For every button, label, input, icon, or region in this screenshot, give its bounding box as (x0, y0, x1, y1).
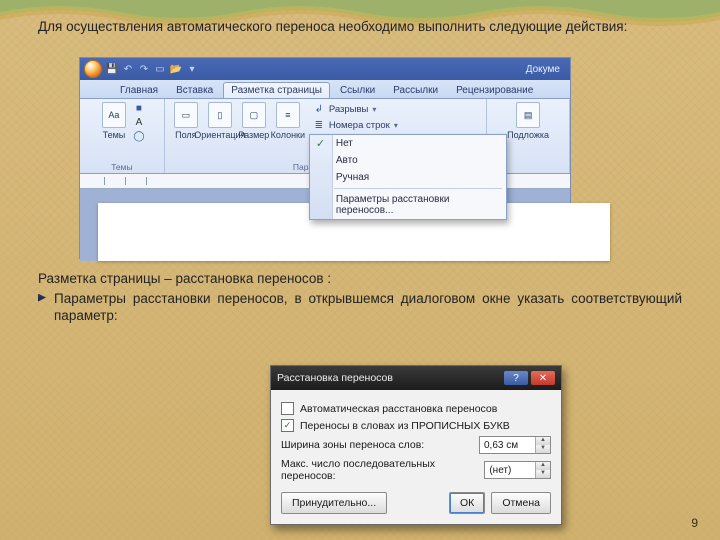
word-titlebar: 💾 ↶ ↷ ▭ 📂 ▾ Докуме (80, 58, 570, 80)
ribbon-group-themes: Aa Темы ■ A ◯ Темы (80, 99, 165, 173)
qat-open-icon[interactable]: 📂 (170, 63, 182, 75)
dd-item-manual[interactable]: Ручная (310, 169, 506, 186)
mid-bullet-text: Параметры расстановки переносов, в откры… (54, 291, 682, 324)
chk-caps[interactable]: ✓ Переносы в словах из ПРОПИСНЫХ БУКВ (281, 419, 510, 432)
window-title: Докуме (526, 64, 566, 75)
page-number: 9 (691, 516, 698, 530)
checkbox-icon: ✓ (281, 419, 294, 432)
themes-button[interactable]: Aa Темы (99, 102, 129, 140)
zone-width-value: 0,63 см (480, 440, 535, 451)
watermark-icon: ▤ (516, 102, 540, 128)
dd-item-options-label: Параметры расстановки переносов... (336, 194, 500, 216)
max-consec-value: (нет) (485, 465, 535, 476)
breaks-button[interactable]: ↲ Разрывы ▾ (309, 102, 448, 116)
line-numbers-button[interactable]: ≣ Номера строк ▾ (309, 118, 448, 132)
dialog-title: Расстановка переносов (277, 372, 393, 384)
themes-group-label: Темы (111, 161, 132, 172)
caret-icon: ▾ (394, 121, 398, 130)
breaks-label: Разрывы (329, 104, 369, 115)
cancel-button-label: Отмена (502, 497, 540, 509)
mid-text: Разметка страницы – расстановка переносо… (38, 270, 682, 325)
dd-item-auto[interactable]: Авто (310, 152, 506, 169)
spinner-down-icon[interactable]: ▼ (536, 470, 550, 478)
tab-mailings[interactable]: Рассылки (385, 82, 446, 98)
dd-item-options[interactable]: Параметры расстановки переносов... (310, 191, 506, 219)
ribbon-group-page-setup: ▭ Поля ▯ Ориентация ▢ Размер ≡ Колонки (165, 99, 487, 173)
intro-text-content: Для осуществления автоматического перено… (38, 19, 627, 34)
size-label: Размер (238, 130, 269, 140)
spinner-down-icon[interactable]: ▼ (536, 445, 550, 453)
office-button-icon[interactable] (84, 60, 102, 78)
orientation-button[interactable]: ▯ Ориентация (205, 102, 235, 140)
size-icon: ▢ (242, 102, 266, 128)
breaks-icon: ↲ (313, 103, 325, 115)
force-button[interactable]: Принудительно... (281, 492, 387, 514)
mid-line1: Разметка страницы – расстановка переносо… (38, 271, 331, 286)
size-button[interactable]: ▢ Размер (239, 102, 269, 140)
zone-width-label: Ширина зоны переноса слов: (281, 439, 424, 451)
dialog-close-button[interactable]: ✕ (531, 371, 555, 385)
columns-icon: ≡ (276, 102, 300, 128)
qat-save-icon[interactable]: 💾 (106, 63, 118, 75)
word-screenshot: 💾 ↶ ↷ ▭ 📂 ▾ Докуме Главная Вставка Разме… (80, 58, 570, 258)
dialog-body: Автоматическая расстановка переносов ✓ П… (271, 390, 561, 524)
qat-caret-icon[interactable]: ▾ (186, 63, 198, 75)
ribbon-body: Aa Темы ■ A ◯ Темы ▭ Поля ▯ Ор (80, 99, 570, 174)
columns-button[interactable]: ≡ Колонки (273, 102, 303, 140)
ok-button-label: ОК (460, 497, 474, 509)
tab-insert[interactable]: Вставка (168, 82, 221, 98)
dd-item-off-label: Нет (336, 138, 353, 149)
cancel-button[interactable]: Отмена (491, 492, 551, 514)
themes-icon: Aa (102, 102, 126, 128)
caret-icon: ▾ (372, 105, 376, 114)
qat-redo-icon[interactable]: ↷ (138, 63, 150, 75)
watermark-label: Подложка (507, 130, 549, 140)
qat-new-icon[interactable]: ▭ (154, 63, 166, 75)
dd-item-off[interactable]: ✓ Нет (310, 135, 506, 152)
bullet-icon (38, 294, 46, 302)
columns-label: Колонки (271, 130, 305, 140)
qat-undo-icon[interactable]: ↶ (122, 63, 134, 75)
ok-button[interactable]: ОК (449, 492, 485, 514)
max-consec-label: Макс. число последовательных переносов: (281, 458, 476, 482)
dd-item-manual-label: Ручная (336, 172, 369, 183)
max-consec-input[interactable]: (нет) ▲▼ (484, 461, 551, 479)
zone-width-input[interactable]: 0,63 см ▲▼ (479, 436, 551, 454)
spinner-up-icon[interactable]: ▲ (536, 437, 550, 445)
dialog-titlebar: Расстановка переносов ? ✕ (271, 366, 561, 390)
intro-text: Для осуществления автоматического перено… (38, 18, 682, 36)
line-numbers-label: Номера строк (329, 120, 390, 131)
hyphenation-dialog: Расстановка переносов ? ✕ Автоматическая… (270, 365, 562, 525)
spinner-up-icon[interactable]: ▲ (536, 462, 550, 470)
check-icon: ✓ (316, 137, 325, 150)
theme-effects-icon[interactable]: ◯ (133, 130, 145, 142)
orientation-icon: ▯ (208, 102, 232, 128)
margins-icon: ▭ (174, 102, 198, 128)
chk-auto[interactable]: Автоматическая расстановка переносов (281, 402, 497, 415)
chk-auto-label: Автоматическая расстановка переносов (300, 403, 497, 415)
tab-page-layout[interactable]: Разметка страницы (223, 82, 330, 98)
checkbox-icon (281, 402, 294, 415)
watermark-button[interactable]: ▤ Подложка (513, 102, 543, 140)
chk-caps-label: Переносы в словах из ПРОПИСНЫХ БУКВ (300, 420, 510, 432)
ribbon-tabs: Главная Вставка Разметка страницы Ссылки… (80, 80, 570, 99)
hyphenation-dropdown: ✓ Нет Авто Ручная Параметры расстановки … (309, 134, 507, 220)
theme-fonts-icon[interactable]: A (133, 116, 145, 128)
theme-colors-icon[interactable]: ■ (133, 102, 145, 114)
tab-references[interactable]: Ссылки (332, 82, 383, 98)
dd-item-auto-label: Авто (336, 155, 358, 166)
tab-home[interactable]: Главная (112, 82, 166, 98)
tab-review[interactable]: Рецензирование (448, 82, 541, 98)
force-button-label: Принудительно... (292, 497, 376, 509)
themes-label: Темы (103, 130, 126, 140)
line-numbers-icon: ≣ (313, 119, 325, 131)
dialog-help-button[interactable]: ? (504, 371, 528, 385)
